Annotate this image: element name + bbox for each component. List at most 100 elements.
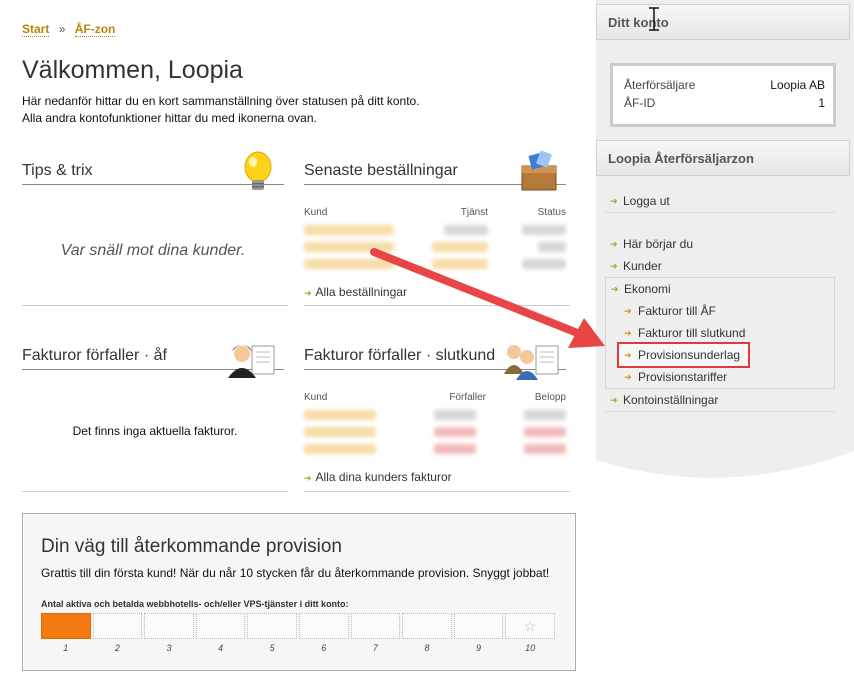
breadcrumb-separator: » bbox=[58, 22, 66, 36]
arrow-right-icon: ➔ bbox=[610, 261, 618, 271]
lightbulb-icon bbox=[244, 151, 272, 190]
star-icon: ☆ bbox=[523, 618, 537, 634]
menu-item-customers[interactable]: ➔ Kunder bbox=[605, 255, 835, 277]
progress-step-number: 1 bbox=[63, 643, 69, 653]
progress-step-number: 2 bbox=[114, 643, 120, 653]
orders-col-service: Tjänst bbox=[460, 207, 488, 218]
progress-step-number: 3 bbox=[166, 643, 172, 653]
menu-item-label: Provisionstariffer bbox=[638, 370, 728, 384]
submenu-item-invoices-customer[interactable]: ➔ Fakturor till slutkund bbox=[606, 322, 834, 344]
arrow-right-icon: ➔ bbox=[610, 196, 618, 206]
invoices-col-customer: Kund bbox=[304, 392, 328, 403]
provision-title: Din väg till återkommande provision bbox=[41, 536, 342, 557]
progress-cell bbox=[350, 613, 401, 639]
divider bbox=[304, 305, 570, 306]
arrow-right-icon: ➔ bbox=[624, 350, 632, 360]
customers-document-icon bbox=[504, 345, 559, 380]
progress-step-number: 7 bbox=[372, 643, 378, 653]
menu-item-label: Fakturor till slutkund bbox=[638, 326, 746, 340]
menu-item-label: Logga ut bbox=[623, 194, 670, 208]
breadcrumb-start-link[interactable]: Start bbox=[22, 22, 50, 37]
account-row-id: ÅF-ID 1 bbox=[624, 96, 825, 110]
menu-item-economy[interactable]: ➔ Ekonomi bbox=[606, 278, 834, 300]
reseller-header: Loopia Återförsäljarzon bbox=[596, 140, 850, 176]
invoices-table-header: Kund Förfaller Belopp bbox=[304, 392, 566, 403]
account-value: Loopia AB bbox=[770, 78, 825, 92]
orders-col-customer: Kund bbox=[304, 207, 328, 218]
submenu-item-commission-basis[interactable]: ➔ Provisionsunderlag bbox=[617, 342, 750, 368]
provision-text: Grattis till din första kund! När du når… bbox=[41, 566, 550, 580]
reseller-menu: ➔ Logga ut ➔ Här börjar du ➔ Kunder ➔ Ekonom… bbox=[605, 190, 835, 412]
invoices-table bbox=[304, 410, 566, 461]
invoices-col-due: Förfaller bbox=[449, 392, 486, 403]
submenu-item-commission-rates[interactable]: ➔ Provisionstariffer bbox=[606, 366, 834, 388]
progress-step-number: 6 bbox=[321, 643, 327, 653]
menu-item-label: Kunder bbox=[623, 259, 662, 273]
account-box: Återförsäljare Loopia AB ÅF-ID 1 bbox=[610, 63, 836, 127]
progress-cell bbox=[41, 613, 91, 639]
account-value: 1 bbox=[818, 96, 825, 110]
progress-step-number: 4 bbox=[218, 643, 224, 653]
orders-table-header: Kund Tjänst Status bbox=[304, 207, 566, 218]
progress-cell bbox=[144, 613, 194, 639]
arrow-right-icon: ➔ bbox=[304, 288, 312, 298]
arrow-right-icon: ➔ bbox=[610, 239, 618, 249]
intro-line-2: Alla andra kontofunktioner hittar du med… bbox=[22, 111, 317, 125]
table-row[interactable] bbox=[304, 427, 566, 440]
progress-step-number: 9 bbox=[476, 643, 482, 653]
orders-col-status: Status bbox=[537, 207, 566, 218]
arrow-right-icon: ➔ bbox=[624, 328, 632, 338]
table-row[interactable] bbox=[304, 410, 566, 423]
progress-step-number: 10 bbox=[525, 643, 536, 653]
page-intro: Här nedanför hittar du en kort sammanstä… bbox=[22, 93, 420, 127]
orders-table bbox=[304, 225, 566, 276]
intro-line-1: Här nedanför hittar du en kort sammanstä… bbox=[22, 94, 420, 108]
menu-item-label: Provisionsunderlag bbox=[638, 348, 741, 362]
menu-item-label: Kontoinställningar bbox=[623, 393, 719, 407]
menu-item-label: Ekonomi bbox=[624, 282, 671, 296]
table-row[interactable] bbox=[304, 242, 566, 255]
reseller-heading: Loopia Återförsäljarzon bbox=[608, 151, 754, 166]
provision-box: Din väg till återkommande provision Grat… bbox=[22, 513, 576, 671]
progress-step-number: 8 bbox=[424, 643, 430, 653]
submenu-item-invoices-af[interactable]: ➔ Fakturor till ÅF bbox=[606, 300, 834, 322]
package-icon bbox=[521, 150, 557, 191]
breadcrumb-current-link[interactable]: ÅF-zon bbox=[74, 22, 116, 37]
table-row[interactable] bbox=[304, 259, 566, 272]
all-customer-invoices-link[interactable]: ➔ Alla dina kunders fakturor bbox=[304, 470, 452, 484]
progress-cell bbox=[247, 613, 297, 639]
invoices-af-empty: Det finns inga aktuella fakturor. bbox=[72, 424, 238, 438]
arrow-right-icon: ➔ bbox=[611, 284, 619, 294]
account-row-reseller: Återförsäljare Loopia AB bbox=[624, 78, 825, 92]
menu-item-label: Här börjar du bbox=[623, 237, 694, 251]
arrow-right-icon: ➔ bbox=[610, 395, 618, 405]
progress-cell bbox=[92, 613, 143, 639]
menu-item-account-settings[interactable]: ➔ Kontoinställningar bbox=[605, 389, 835, 412]
arrow-right-icon: ➔ bbox=[304, 473, 312, 483]
menu-item-logout[interactable]: ➔ Logga ut bbox=[605, 190, 835, 213]
account-label: Återförsäljare bbox=[624, 78, 696, 92]
menu-item-start-here[interactable]: ➔ Här börjar du bbox=[605, 233, 835, 255]
account-label: ÅF-ID bbox=[624, 96, 656, 110]
tips-text: Var snäll mot dina kunder. bbox=[60, 242, 246, 259]
provision-step-numbers: 1 2 3 4 5 6 7 8 9 10 bbox=[41, 643, 557, 653]
table-row[interactable] bbox=[304, 444, 566, 457]
sidebar-wave-decoration bbox=[596, 450, 854, 700]
invoices-col-amount: Belopp bbox=[534, 392, 566, 403]
person-document-icon bbox=[228, 345, 275, 378]
text-cursor-icon bbox=[649, 7, 659, 31]
progress-cell bbox=[195, 613, 246, 639]
breadcrumb: Start » ÅF-zon bbox=[22, 22, 116, 37]
progress-cell bbox=[453, 613, 504, 639]
all-orders-link[interactable]: ➔ Alla beställningar bbox=[304, 285, 407, 299]
all-orders-label: Alla beställningar bbox=[315, 285, 407, 299]
progress-cell bbox=[402, 613, 452, 639]
table-row[interactable] bbox=[304, 225, 566, 238]
progress-cell bbox=[298, 613, 349, 639]
menu-item-label: Fakturor till ÅF bbox=[638, 304, 717, 318]
progress-step-number: 5 bbox=[269, 643, 275, 653]
provision-progress: ☆ bbox=[41, 613, 557, 639]
arrow-right-icon: ➔ bbox=[624, 306, 632, 316]
divider bbox=[304, 491, 570, 492]
account-header: Ditt konto bbox=[596, 4, 850, 40]
